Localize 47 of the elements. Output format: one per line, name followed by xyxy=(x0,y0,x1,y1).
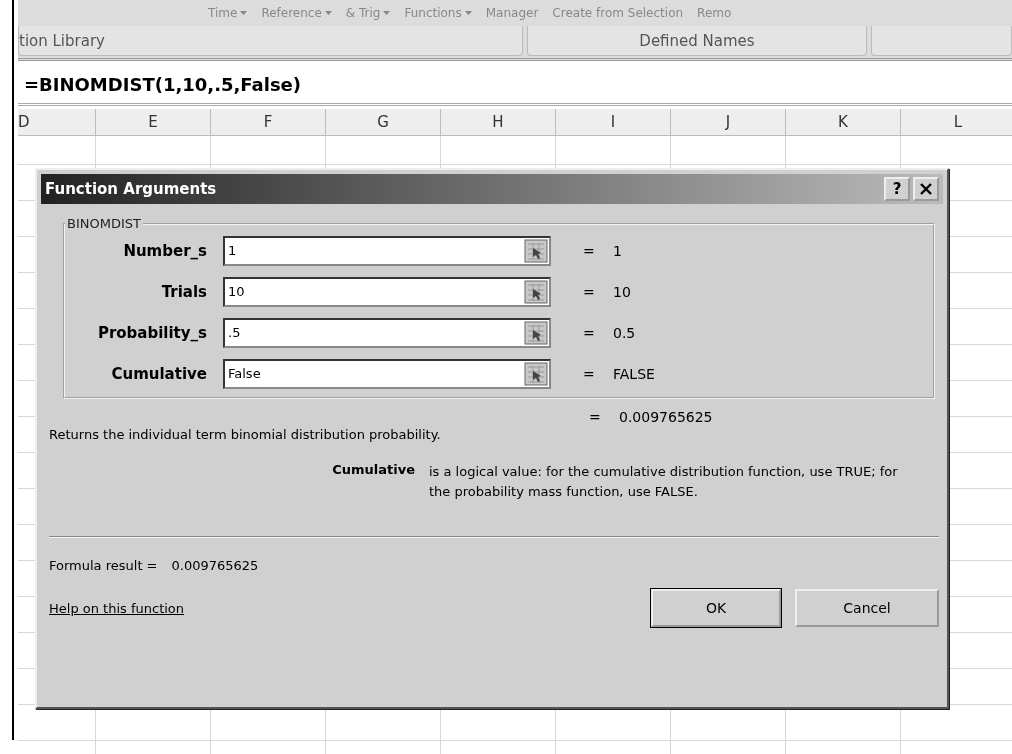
column-header[interactable]: E xyxy=(96,109,211,135)
equals-sign: = xyxy=(583,283,596,300)
argument-result: 0.5 xyxy=(613,324,636,341)
range-select-icon[interactable] xyxy=(524,238,548,263)
function-name: BINOMDIST xyxy=(66,216,142,231)
argument-help-name: Cumulative xyxy=(331,462,416,479)
column-header[interactable]: J xyxy=(671,109,786,135)
argument-label: Probability_s xyxy=(96,323,208,342)
column-header[interactable]: G xyxy=(326,109,441,135)
range-select-icon[interactable] xyxy=(524,279,548,304)
column-header[interactable]: D xyxy=(18,109,96,135)
equals-sign: = xyxy=(583,365,596,382)
close-icon xyxy=(920,183,932,195)
dialog-button[interactable]: Cancel xyxy=(795,589,939,627)
argument-result: 1 xyxy=(613,242,622,259)
column-header[interactable]: F xyxy=(211,109,326,135)
argument-help-text: is a logical value: for the cumulative distribution function, use TRUE; for the probability mass function, use FALSE. xyxy=(429,463,899,501)
argument-label: Number_s xyxy=(122,241,208,260)
argument-field[interactable]: 1 xyxy=(223,235,551,266)
function-result: 0.009765625 xyxy=(619,409,713,425)
column-header[interactable]: H xyxy=(441,109,556,135)
equals-sign: = xyxy=(583,242,596,259)
formula-result-label: Formula result = xyxy=(49,558,158,573)
dialog-button[interactable]: OK xyxy=(651,589,781,627)
range-select-icon[interactable] xyxy=(524,320,548,345)
range-select-icon[interactable] xyxy=(524,361,548,386)
column-header[interactable]: L xyxy=(901,109,1012,135)
formula-bar[interactable]: =BINOMDIST(1,10,.5,False) xyxy=(18,65,1012,106)
argument-field[interactable]: .5 xyxy=(223,317,551,348)
argument-result: 10 xyxy=(613,283,631,300)
ribbon-group-label: Defined Names xyxy=(527,26,867,56)
column-header[interactable]: I xyxy=(556,109,671,135)
equals-sign: = xyxy=(583,324,596,341)
argument-label: Cumulative xyxy=(110,364,208,383)
argument-field[interactable]: False xyxy=(223,358,551,389)
equals-sign: = xyxy=(589,409,602,425)
formula-result-value: 0.009765625 xyxy=(171,558,259,573)
function-description: Returns the individual term binomial distribution probability. xyxy=(48,427,442,442)
column-header[interactable]: K xyxy=(786,109,901,135)
ribbon-group-label: tion Library xyxy=(18,26,523,56)
close-button[interactable] xyxy=(913,177,939,201)
argument-field[interactable]: 10 xyxy=(223,276,551,307)
help-button[interactable]: ? xyxy=(884,177,910,201)
argument-label: Trials xyxy=(160,282,208,301)
argument-result: FALSE xyxy=(613,365,655,382)
dialog-title: Function Arguments xyxy=(45,180,217,198)
help-link[interactable]: Help on this function xyxy=(49,600,637,616)
